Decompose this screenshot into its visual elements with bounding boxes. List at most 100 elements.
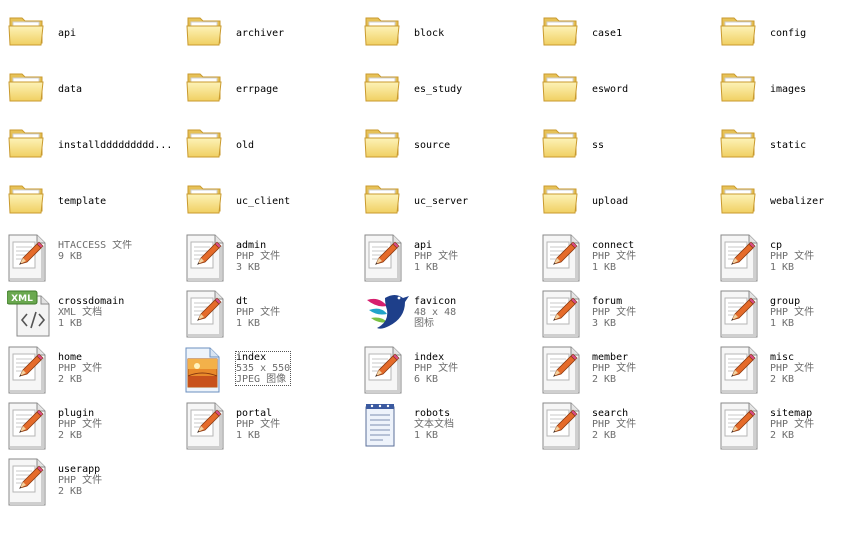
file-item[interactable]: member PHP 文件 2 KB [536, 342, 714, 394]
file-item[interactable]: forum PHP 文件 3 KB [536, 286, 714, 338]
folder-name: case1 [592, 28, 623, 39]
folder-item[interactable]: es_study [358, 62, 536, 114]
folder-item[interactable]: api [2, 6, 180, 58]
file-name: robots [414, 408, 451, 419]
file-item[interactable]: dt PHP 文件 1 KB [180, 286, 358, 338]
file-item[interactable]: api PHP 文件 1 KB [358, 230, 536, 282]
php-file-icon [7, 402, 51, 450]
folder-item[interactable]: static [714, 118, 848, 170]
folder-item[interactable]: errpage [180, 62, 358, 114]
file-size: 1 KB [236, 318, 261, 329]
file-item[interactable]: misc PHP 文件 2 KB [714, 342, 848, 394]
folder-name: errpage [236, 84, 279, 95]
php-file-icon [541, 234, 585, 282]
file-item[interactable]: index PHP 文件 6 KB [358, 342, 536, 394]
folder-item[interactable]: block [358, 6, 536, 58]
file-size: 3 KB [592, 318, 617, 329]
php-file-icon [719, 290, 763, 338]
folder-icon [185, 122, 229, 170]
file-name: forum [592, 296, 623, 307]
file-name: misc [770, 352, 795, 363]
file-type: PHP 文件 [58, 419, 103, 430]
folder-name: uc_client [236, 196, 291, 207]
folder-name: images [770, 84, 807, 95]
folder-item[interactable]: images [714, 62, 848, 114]
file-size: 3 KB [236, 262, 261, 273]
file-type: PHP 文件 [414, 251, 459, 262]
file-type: PHP 文件 [236, 419, 281, 430]
file-size: 1 KB [770, 262, 795, 273]
folder-item[interactable]: ss [536, 118, 714, 170]
file-item[interactable]: plugin PHP 文件 2 KB [2, 398, 180, 450]
file-item[interactable]: favicon 48 x 48 图标 [358, 286, 536, 338]
file-size: 2 KB [770, 374, 795, 385]
php-file-icon [541, 290, 585, 338]
folder-name: esword [592, 84, 629, 95]
folder-item[interactable]: data [2, 62, 180, 114]
file-type: PHP 文件 [770, 251, 815, 262]
folder-item[interactable]: esword [536, 62, 714, 114]
file-item[interactable]: cp PHP 文件 1 KB [714, 230, 848, 282]
php-file-icon [7, 346, 51, 394]
folder-item[interactable]: installddddddddd... [2, 118, 180, 170]
file-name: api [414, 240, 433, 251]
folder-item[interactable]: upload [536, 174, 714, 226]
file-name: favicon [414, 296, 457, 307]
file-type: PHP 文件 [236, 307, 281, 318]
php-file-icon [541, 346, 585, 394]
folder-item[interactable]: config [714, 6, 848, 58]
folder-name: uc_server [414, 196, 469, 207]
file-type: PHP 文件 [58, 475, 103, 486]
file-name: plugin [58, 408, 95, 419]
folder-name: archiver [236, 28, 285, 39]
file-type: PHP 文件 [414, 363, 459, 374]
folder-icon [7, 10, 51, 58]
php-file-icon [185, 290, 229, 338]
folder-name: old [236, 140, 255, 151]
file-name: member [592, 352, 629, 363]
folder-item[interactable]: old [180, 118, 358, 170]
file-item[interactable]: home PHP 文件 2 KB [2, 342, 180, 394]
file-item[interactable]: userapp PHP 文件 2 KB [2, 454, 180, 506]
file-name: index [236, 352, 267, 363]
jpeg-image-icon [185, 346, 229, 394]
php-file-icon [541, 402, 585, 450]
folder-item[interactable]: webalizer [714, 174, 848, 226]
file-item[interactable]: index 535 x 550 JPEG 图像 [180, 342, 358, 394]
file-item[interactable]: admin PHP 文件 3 KB [180, 230, 358, 282]
file-item[interactable]: search PHP 文件 2 KB [536, 398, 714, 450]
folder-item[interactable]: case1 [536, 6, 714, 58]
folder-name: config [770, 28, 807, 39]
folder-item[interactable]: template [2, 174, 180, 226]
file-size: 1 KB [414, 430, 439, 441]
folder-name: ss [592, 140, 605, 151]
folder-name: data [58, 84, 83, 95]
file-type: PHP 文件 [770, 307, 815, 318]
svg-text:XML: XML [11, 294, 33, 304]
file-item[interactable]: connect PHP 文件 1 KB [536, 230, 714, 282]
php-file-icon [185, 234, 229, 282]
folder-icon [719, 178, 763, 226]
folder-icon [541, 10, 585, 58]
folder-icon [541, 122, 585, 170]
file-item[interactable]: robots 文本文档 1 KB [358, 398, 536, 450]
folder-item[interactable]: uc_client [180, 174, 358, 226]
file-type: 48 x 48 [414, 307, 457, 318]
folder-item[interactable]: uc_server [358, 174, 536, 226]
text-file-pencil-icon [7, 234, 51, 282]
folder-item[interactable]: source [358, 118, 536, 170]
file-item[interactable]: sitemap PHP 文件 2 KB [714, 398, 848, 450]
file-type: 535 x 550 [236, 363, 291, 374]
file-item[interactable]: portal PHP 文件 1 KB [180, 398, 358, 450]
file-item[interactable]: HTACCESS 文件 9 KB [2, 230, 180, 282]
folder-name: block [414, 28, 445, 39]
file-item[interactable]: group PHP 文件 1 KB [714, 286, 848, 338]
file-item[interactable]: XML crossdomain XML 文档 1 KB [2, 286, 180, 338]
file-name: admin [236, 240, 267, 251]
folder-icon [541, 178, 585, 226]
file-size: 1 KB [58, 318, 83, 329]
file-type: XML 文档 [58, 307, 103, 318]
folder-item[interactable]: archiver [180, 6, 358, 58]
file-type: PHP 文件 [770, 419, 815, 430]
php-file-icon [7, 458, 51, 506]
